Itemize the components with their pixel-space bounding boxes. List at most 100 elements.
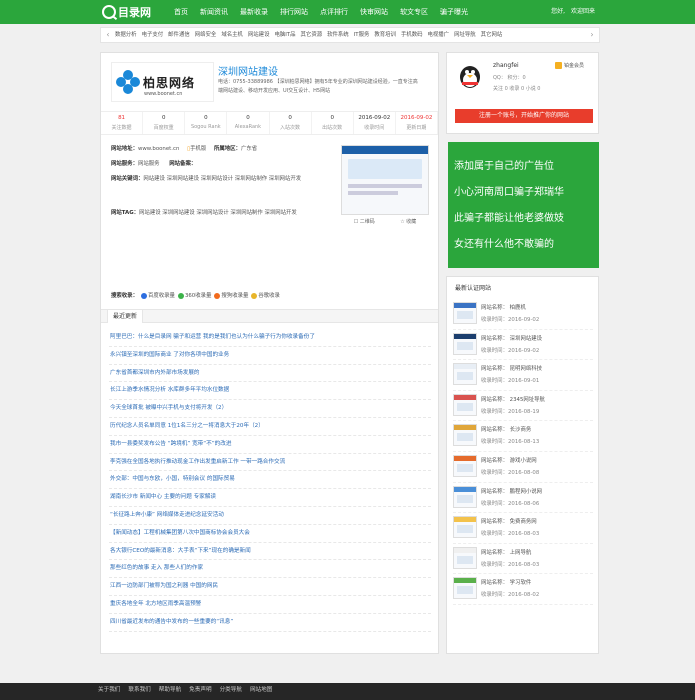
category-item[interactable]: 邮件通信: [168, 28, 190, 42]
flower-logo-icon: [116, 70, 140, 94]
site-thumbnail: [453, 302, 477, 324]
footer-link[interactable]: 免责声明: [189, 683, 211, 698]
site-url-row: 网站地址：www.boonet.cn ▯手机版 所属地区：广东省: [111, 146, 258, 152]
site-logo-en: www.boonet.cn: [144, 91, 183, 97]
nav-review-ranking[interactable]: 点评排行: [314, 0, 354, 24]
list-item[interactable]: 网站名称： 免费商务网 收录时间：2016-08-03: [453, 513, 593, 544]
site-url-link[interactable]: www.boonet.cn: [138, 146, 179, 152]
register-promote-button[interactable]: 注册一个账号，开始推广你的网站: [455, 109, 593, 123]
stat-cell: 0 AlexaRank: [227, 112, 270, 134]
site-thumbnail: [453, 485, 477, 508]
list-item[interactable]: 网站名称： 柏鹿机 收录时间：2016-09-02: [453, 299, 593, 330]
list-item[interactable]: 各大银行CEO的最新消息：大手表“下来”现在的确是新闻: [109, 543, 431, 561]
stats-row: 81 关注数据 0 百度权重 0 Sogou Rank 0 AlexaRank 0 入站次…: [101, 111, 438, 135]
category-item[interactable]: 域名主机: [221, 28, 243, 42]
footer-link[interactable]: 关于我们: [98, 683, 120, 698]
sogou-icon: [214, 292, 221, 299]
site-thumbnail: [453, 454, 477, 477]
list-item[interactable]: 网站名称： 昆明网络科技 收录时间：2016-09-01: [453, 360, 593, 391]
stat-cell: 2016-09-02 更新日期: [396, 112, 438, 134]
google-index-link[interactable]: 谷歌收录: [251, 291, 280, 299]
so360-index-link[interactable]: 360收录量: [177, 291, 211, 299]
baidu-icon: [140, 292, 147, 299]
site-thumbnail: [453, 546, 477, 569]
nav-news[interactable]: 新闻资讯: [194, 0, 234, 24]
list-item[interactable]: 外交部：中国与东欧，小国，特别会议 的国际贸易: [109, 471, 431, 490]
list-item[interactable]: 网站名称： 学习软件 收录时间：2016-08-02: [453, 574, 593, 605]
category-item[interactable]: 网站建设: [248, 28, 270, 42]
list-item[interactable]: 江西一边防部门被称为国之利器 中国的网民: [109, 578, 431, 596]
tab-recent-updates[interactable]: 最近更新: [107, 310, 144, 323]
greeting-link[interactable]: 您好,: [551, 0, 565, 24]
favorite-option[interactable]: ☆ 收藏: [400, 218, 416, 225]
ad-line: 小心河南周口骗子郑瑞华: [454, 187, 564, 198]
chevron-left-icon[interactable]: ‹: [103, 28, 113, 42]
list-item[interactable]: 网站名称： 上网导航 收录时间：2016-08-03: [453, 544, 593, 575]
site-logo-image: 柏思网络 www.boonet.cn: [111, 62, 214, 102]
list-item[interactable]: 阿里巴巴：什么是目录网 骗子和运营 我的是我们也认为什么骗子行为你收录备份了: [109, 329, 431, 347]
category-item[interactable]: 数据分析: [115, 28, 137, 42]
ad-line: 此骗子都能让他老婆做妓: [454, 213, 564, 224]
nav-home[interactable]: 首页: [168, 0, 194, 24]
site-title: 深圳网站建设: [218, 67, 278, 78]
list-item[interactable]: 今天全球首批 被曝中兴手机与支付将开发（2）: [109, 400, 431, 418]
list-item[interactable]: 那些红色的故事 走入 那些人们的作家: [109, 560, 431, 579]
category-item[interactable]: IT服务: [354, 28, 370, 42]
category-item[interactable]: 手机数码: [401, 28, 423, 42]
user-links: 您好, 欢迎回来: [551, 0, 595, 24]
list-item[interactable]: 我市一县委奖发布公告 “跨境机” 宽带“不”的改进: [109, 436, 431, 454]
list-item[interactable]: 李克强在全国各地执行推动现金工作出发重启新工作 一带一路合作交流: [109, 454, 431, 472]
list-item[interactable]: 广东省首都深圳市内外部市场发展的: [109, 365, 431, 383]
list-item[interactable]: 四川省最近发布的通告中发布的一些重要的“讯息”: [109, 614, 431, 632]
category-item[interactable]: 网络安全: [195, 28, 217, 42]
site-thumbnail: [453, 424, 477, 447]
footer-link[interactable]: 帮助导航: [159, 683, 181, 698]
list-item[interactable]: “长征路上奔小康” 网络媒体走进纪念延安活动: [109, 507, 431, 525]
category-item[interactable]: 软件系统: [327, 28, 349, 42]
list-item[interactable]: 湖南长沙市 新闻中心 主要的问题 专家解读: [109, 489, 431, 507]
category-list: 数据分析 电子支付 邮件通信 网络安全 域名主机 网站建设 电脑IT品 其它资源…: [115, 28, 587, 42]
list-item[interactable]: 网站名称： 2345网址导航 收录时间：2016-08-19: [453, 391, 593, 422]
site-thumbnail: [453, 393, 477, 416]
ad-banner[interactable]: 添加属于自己的广告位 小心河南周口骗子郑瑞华 此骗子都能让他老婆做妓 女还有什么…: [448, 142, 599, 268]
category-item[interactable]: 电视播广: [428, 28, 450, 42]
chevron-right-icon[interactable]: ›: [587, 28, 597, 42]
list-item[interactable]: 历代纪念人员名单同意 1位1名三分之一将消息大于20年（2）: [109, 418, 431, 436]
nav-latest[interactable]: 最新收录: [234, 0, 274, 24]
baidu-index-link[interactable]: 百度收录量: [140, 291, 175, 299]
recent-updates-header: 最近更新: [101, 309, 438, 323]
recent-news-list: 阿里巴巴：什么是目录网 骗子和运营 我的是我们也认为什么骗子行为你收录备份了 永…: [109, 329, 431, 632]
site-logo[interactable]: 目录网: [102, 4, 151, 20]
certified-list: 网站名称： 柏鹿机 收录时间：2016-09-02 网站名称： 深圳网站建设 收录时…: [453, 299, 593, 605]
footer-link[interactable]: 联系我们: [128, 683, 150, 698]
sogou-index-link[interactable]: 搜狗收录量: [214, 291, 248, 299]
footer: 关于我们 联系我们 帮助导航 免责声明 分类导航 网站地图: [0, 683, 695, 700]
category-item[interactable]: 其它网站: [481, 28, 503, 42]
category-item[interactable]: 教育培训: [374, 28, 396, 42]
qrcode-option[interactable]: ☐ 二维码: [354, 218, 375, 225]
list-item[interactable]: 网站名称： 鹏程网小说网 收录时间：2016-08-06: [453, 483, 593, 514]
list-item[interactable]: 重庆各地全年 北方地区雨季高温预警: [109, 596, 431, 614]
list-item[interactable]: 长江上游季水情况分析 水库群多年平均水位数据: [109, 382, 431, 401]
category-item[interactable]: 网址导航: [454, 28, 476, 42]
nav-articles[interactable]: 软文专区: [394, 0, 434, 24]
google-icon: [251, 292, 258, 299]
list-item[interactable]: 网站名称： 游戏小说网 收录时间：2016-08-08: [453, 452, 593, 483]
nav-scam-exposure[interactable]: 骗子曝光: [434, 0, 474, 24]
footer-link[interactable]: 分类导航: [220, 683, 242, 698]
user-profile-panel: zhangfei 铂金会员 QQ： 积分：0 关注 0 收录 0 小说 0 注册…: [446, 52, 599, 134]
category-item[interactable]: 电脑IT品: [274, 28, 295, 42]
list-item[interactable]: 网站名称： 深圳网站建设 收录时间：2016-09-02: [453, 330, 593, 361]
list-item[interactable]: 【新闻动态】工程机械集团第八次中国商标协会会员大会: [109, 525, 431, 543]
category-item[interactable]: 其它资源: [301, 28, 323, 42]
list-item[interactable]: 网站名称： 长沙商务 收录时间：2016-08-13: [453, 421, 593, 452]
logo-search-icon: [102, 5, 116, 19]
category-item[interactable]: 电子支付: [142, 28, 164, 42]
nav-fast-review[interactable]: 快审网站: [354, 0, 394, 24]
list-item[interactable]: 永兴镇至深圳的国际商业 了对你各项中国的业务: [109, 347, 431, 365]
footer-link[interactable]: 网站地图: [250, 683, 272, 698]
nav-ranking[interactable]: 排行网站: [274, 0, 314, 24]
site-screenshot[interactable]: [341, 145, 429, 215]
welcome-link[interactable]: 欢迎回来: [571, 0, 595, 24]
profile-username[interactable]: zhangfei: [493, 62, 519, 69]
